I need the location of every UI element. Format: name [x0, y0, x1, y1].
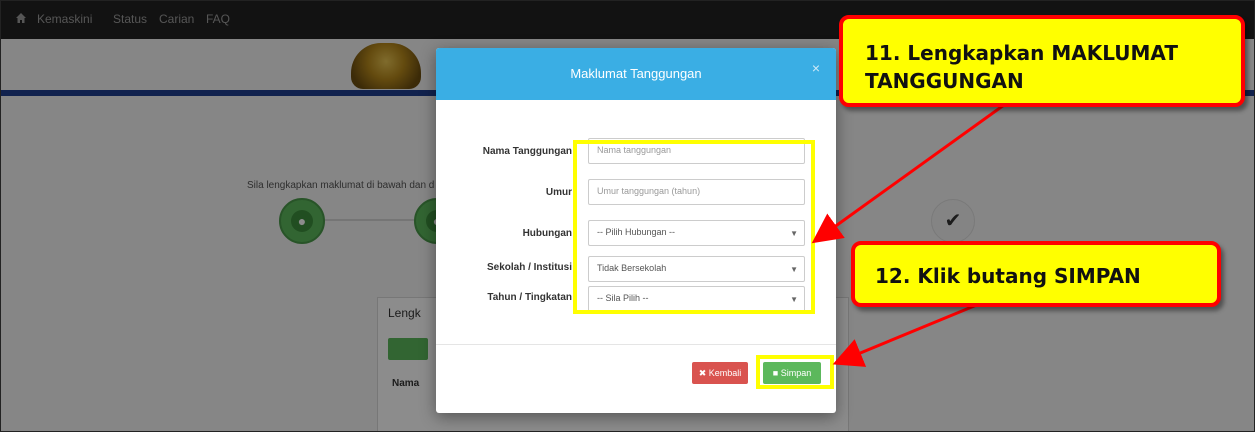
- arrow-to-form: [811, 103, 1005, 244]
- callout-step-12-text: 12. Klik butang SIMPAN: [875, 264, 1141, 288]
- callout-step-12: 12. Klik butang SIMPAN: [851, 241, 1221, 307]
- callout-step-11: 11. Lengkapkan MAKLUMAT TANGGUNGAN: [839, 15, 1245, 107]
- arrow-to-simpan: [832, 302, 980, 367]
- callout-step-11-text: 11. Lengkapkan MAKLUMAT TANGGUNGAN: [865, 41, 1178, 93]
- screenshot-frame: Kemaskini Status Carian FAQ Sila lengkap…: [0, 0, 1255, 432]
